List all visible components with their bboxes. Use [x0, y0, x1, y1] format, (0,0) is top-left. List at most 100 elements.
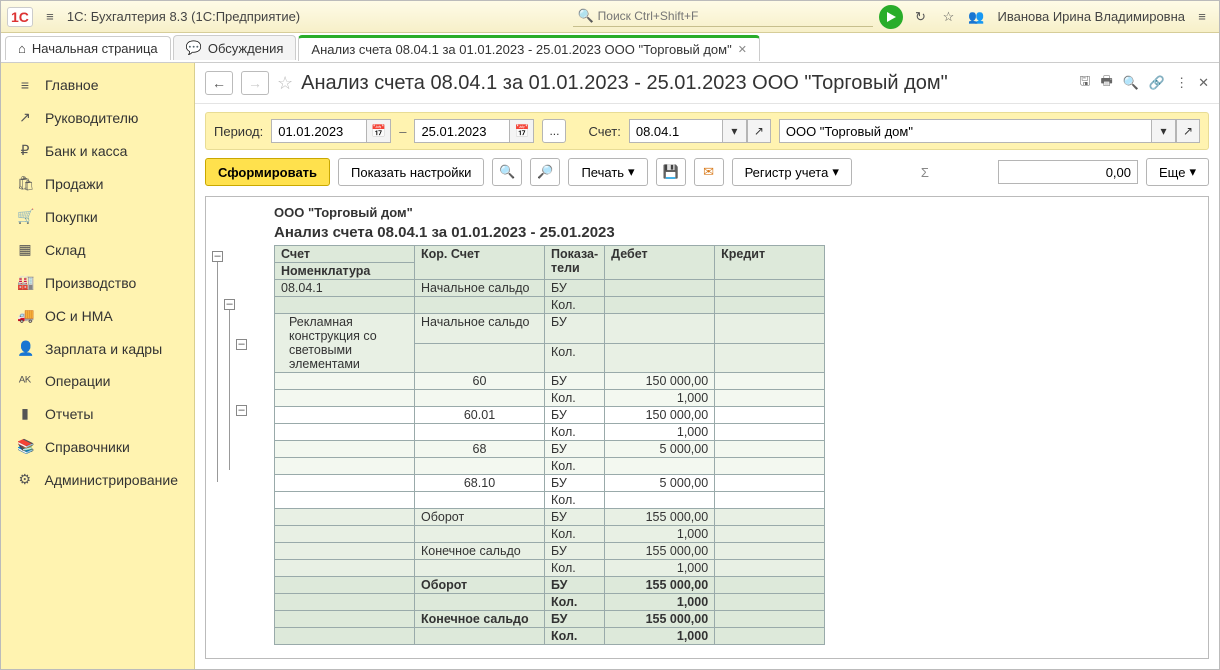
- table-row[interactable]: Кол.1,000: [275, 390, 825, 407]
- print-button[interactable]: Печать ▾: [568, 158, 647, 186]
- more-icon[interactable]: ≡: [1191, 6, 1213, 28]
- sidebar-item-3[interactable]: 🛍Продажи: [1, 167, 194, 200]
- nav-label: Руководителю: [45, 110, 138, 126]
- tree-node[interactable]: –: [236, 405, 247, 416]
- form-button[interactable]: Сформировать: [205, 158, 330, 186]
- account-open-icon[interactable]: ↗: [747, 119, 771, 143]
- table-row[interactable]: Кол.1,000: [275, 526, 825, 543]
- search-input[interactable]: [598, 9, 870, 23]
- sidebar-item-9[interactable]: ᴬᴷОперации: [1, 365, 194, 397]
- history-icon[interactable]: ↻: [909, 6, 931, 28]
- mail-button[interactable]: ✉: [694, 158, 724, 186]
- play-button[interactable]: [879, 5, 903, 29]
- nav-label: Банк и касса: [45, 143, 127, 159]
- sidebar-item-2[interactable]: ₽ Банк и касса: [1, 134, 194, 167]
- nav-icon: 🚚: [17, 307, 33, 324]
- table-row[interactable]: 68БУ5 000,00: [275, 441, 825, 458]
- register-button[interactable]: Регистр учета ▾: [732, 158, 852, 186]
- user-name: Иванова Ирина Владимировна: [997, 9, 1185, 24]
- global-search[interactable]: 🔍: [573, 6, 873, 27]
- link-icon[interactable]: 🔗: [1149, 75, 1165, 91]
- close-icon[interactable]: ✕: [738, 43, 747, 56]
- table-row[interactable]: ОборотБУ155 000,00: [275, 577, 825, 594]
- tab-report[interactable]: Анализ счета 08.04.1 за 01.01.2023 - 25.…: [298, 35, 760, 61]
- nav-icon: ᴬᴷ: [17, 373, 33, 389]
- logo-1c: 1С: [7, 7, 33, 27]
- tab-report-label: Анализ счета 08.04.1 за 01.01.2023 - 25.…: [311, 42, 731, 57]
- sidebar-item-1[interactable]: ↗Руководителю: [1, 101, 194, 134]
- sidebar-item-6[interactable]: 🏭Производство: [1, 266, 194, 299]
- table-row[interactable]: Конечное сальдоБУ155 000,00: [275, 543, 825, 560]
- org-open-icon[interactable]: ↗: [1176, 119, 1200, 143]
- fav-icon[interactable]: ☆: [277, 73, 293, 94]
- forward-button[interactable]: →: [241, 71, 269, 95]
- calendar-to-icon[interactable]: 📅: [510, 119, 534, 143]
- table-row[interactable]: Конечное сальдоБУ155 000,00: [275, 611, 825, 628]
- th-credit: Кредит: [715, 246, 825, 280]
- period-picker-button[interactable]: ...: [542, 119, 566, 143]
- th-ind: Показа-тели: [545, 246, 605, 280]
- sidebar-item-4[interactable]: 🛒Покупки: [1, 200, 194, 233]
- user-icon[interactable]: 👥: [965, 6, 987, 28]
- find-next-button[interactable]: 🔎: [530, 158, 560, 186]
- account-input[interactable]: [629, 119, 723, 143]
- calendar-from-icon[interactable]: 📅: [367, 119, 391, 143]
- table-row[interactable]: Кол.1,000: [275, 628, 825, 645]
- date-to-input[interactable]: [414, 119, 510, 143]
- close-content-icon[interactable]: ✕: [1198, 75, 1209, 91]
- save-icon[interactable]: 🖫: [1079, 72, 1090, 94]
- sum-input[interactable]: [998, 160, 1138, 184]
- table-row[interactable]: Кол.: [275, 458, 825, 475]
- sidebar-item-10[interactable]: ▮Отчеты: [1, 397, 194, 430]
- more-button[interactable]: Еще ▾: [1146, 158, 1209, 186]
- org-input[interactable]: [779, 119, 1152, 143]
- tab-discussions[interactable]: 💬 Обсуждения: [173, 35, 297, 60]
- preview-icon[interactable]: 🔍: [1123, 75, 1139, 91]
- menu-icon[interactable]: ≡: [39, 6, 61, 28]
- table-row[interactable]: 68.10БУ5 000,00: [275, 475, 825, 492]
- table-row[interactable]: 60БУ150 000,00: [275, 373, 825, 390]
- star-icon[interactable]: ☆: [937, 6, 959, 28]
- table-row[interactable]: ОборотБУ155 000,00: [275, 509, 825, 526]
- table-row[interactable]: Кол.: [275, 492, 825, 509]
- back-button[interactable]: ←: [205, 71, 233, 95]
- disk-button[interactable]: 💾: [656, 158, 686, 186]
- nav-label: Главное: [45, 77, 99, 93]
- find-button[interactable]: 🔍: [492, 158, 522, 186]
- print-icon[interactable]: 🖶: [1100, 72, 1112, 94]
- tree-node[interactable]: –: [212, 251, 223, 262]
- command-bar: Сформировать Показать настройки 🔍 🔎 Печа…: [195, 150, 1219, 192]
- tab-discussions-label: Обсуждения: [208, 41, 284, 56]
- nav-label: ОС и НМА: [45, 308, 113, 324]
- sidebar-item-11[interactable]: 📚Справочники: [1, 430, 194, 463]
- page-title: Анализ счета 08.04.1 за 01.01.2023 - 25.…: [301, 72, 948, 95]
- table-row[interactable]: Кол.: [275, 297, 825, 314]
- date-from-input[interactable]: [271, 119, 367, 143]
- nav-icon: 🛒: [17, 208, 33, 225]
- nav-label: Производство: [45, 275, 136, 291]
- sidebar-item-12[interactable]: ⚙Администрирование: [1, 463, 194, 496]
- table-row[interactable]: Кол.1,000: [275, 560, 825, 577]
- org-dropdown-icon[interactable]: ▾: [1152, 119, 1176, 143]
- table-row[interactable]: Рекламная конструкция со световыми элеме…: [275, 314, 825, 344]
- menu-dots-icon[interactable]: ⋮: [1175, 75, 1188, 91]
- account-dropdown-icon[interactable]: ▾: [723, 119, 747, 143]
- sidebar-item-8[interactable]: 👤Зарплата и кадры: [1, 332, 194, 365]
- table-row[interactable]: Кол.1,000: [275, 594, 825, 611]
- report-area[interactable]: – – – – ООО "Торговый дом" Анализ счета …: [205, 196, 1209, 659]
- tree-node[interactable]: –: [236, 339, 247, 350]
- show-settings-button[interactable]: Показать настройки: [338, 158, 484, 186]
- sidebar-item-0[interactable]: ≡Главное: [1, 69, 194, 101]
- report-table: Счет Кор. Счет Показа-тели Дебет Кредит …: [274, 245, 825, 645]
- tree-node[interactable]: –: [224, 299, 235, 310]
- nav-icon: ₽: [17, 142, 33, 159]
- th-kor: Кор. Счет: [415, 246, 545, 280]
- tab-start[interactable]: ⌂ Начальная страница: [5, 36, 171, 60]
- account-label: Счет:: [588, 124, 620, 139]
- table-row[interactable]: 08.04.1Начальное сальдоБУ: [275, 280, 825, 297]
- home-icon: ⌂: [18, 41, 26, 56]
- table-row[interactable]: 60.01БУ150 000,00: [275, 407, 825, 424]
- sidebar-item-5[interactable]: ▦Склад: [1, 233, 194, 266]
- sidebar-item-7[interactable]: 🚚 ОС и НМА: [1, 299, 194, 332]
- table-row[interactable]: Кол.1,000: [275, 424, 825, 441]
